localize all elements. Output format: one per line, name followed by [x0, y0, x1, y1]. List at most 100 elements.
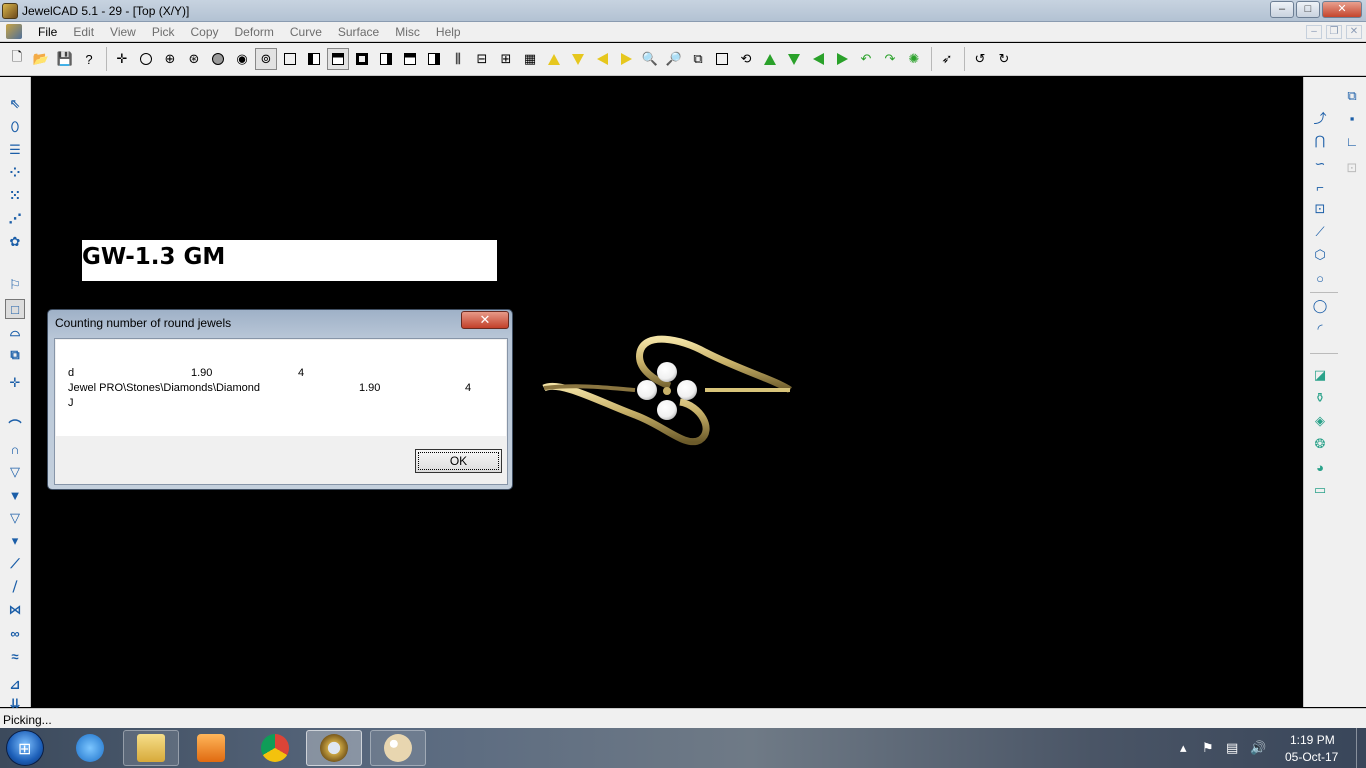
- show-hidden-icons[interactable]: ▴: [1180, 740, 1187, 756]
- circle-curve-icon[interactable]: ○: [1310, 268, 1330, 288]
- curve-draw-icon[interactable]: ⤴: [1310, 107, 1330, 127]
- triangle-bold-icon[interactable]: ▼: [5, 485, 25, 505]
- taskbar-jewelcad[interactable]: [306, 730, 362, 766]
- triangle-tool-icon[interactable]: ▽: [5, 462, 25, 482]
- document-icon[interactable]: [6, 24, 22, 39]
- arrow-right-green-icon[interactable]: [831, 48, 853, 70]
- clock-date[interactable]: 05-Oct-17: [1285, 750, 1338, 764]
- menu-surface[interactable]: Surface: [330, 25, 387, 39]
- bowtie-tool-icon[interactable]: ⋈: [5, 600, 25, 620]
- crosshair-icon[interactable]: ✛: [111, 48, 133, 70]
- infinity-tool-icon[interactable]: ∞: [5, 623, 25, 643]
- menu-deform[interactable]: Deform: [227, 25, 282, 39]
- s-curve-icon[interactable]: ∽: [1310, 154, 1330, 174]
- rotate-right-green-icon[interactable]: ↷: [879, 48, 901, 70]
- pick-stack-icon[interactable]: ☰: [5, 140, 25, 160]
- arrow-down-yellow-icon[interactable]: [567, 48, 589, 70]
- mdi-minimize-button[interactable]: –: [1306, 25, 1322, 39]
- split-vertical-icon[interactable]: ⫼: [447, 48, 469, 70]
- point-icon[interactable]: ▪: [1342, 108, 1362, 128]
- globe-icon[interactable]: ✺: [903, 48, 925, 70]
- wire-sphere-icon[interactable]: ⊚: [255, 48, 277, 70]
- dialog-close-button[interactable]: ✕: [461, 311, 509, 329]
- volume-icon[interactable]: 🔊: [1250, 740, 1266, 756]
- undo-icon[interactable]: ↺: [969, 48, 991, 70]
- extrude-surface-icon[interactable]: ◪: [1310, 365, 1330, 385]
- triangle-fill-icon[interactable]: ▾: [5, 531, 25, 551]
- show-desktop-button[interactable]: [1356, 728, 1366, 768]
- revolve-surface-icon[interactable]: ⚱: [1310, 388, 1330, 408]
- taskbar-media-player[interactable]: [183, 730, 239, 766]
- sphere-grid-icon[interactable]: ⊛: [183, 48, 205, 70]
- pair-tool-icon[interactable]: ⧉: [5, 345, 25, 365]
- zoom-out-icon[interactable]: 🔎: [663, 48, 685, 70]
- pick-chain-icon[interactable]: ⋰: [5, 209, 25, 229]
- box-select-icon[interactable]: □: [5, 299, 25, 319]
- menu-pick[interactable]: Pick: [144, 25, 183, 39]
- line-icon[interactable]: ⟋: [1310, 222, 1330, 242]
- target-icon[interactable]: ⊕: [159, 48, 181, 70]
- arrow-right-yellow-icon[interactable]: [615, 48, 637, 70]
- taskbar-file-explorer[interactable]: [123, 730, 179, 766]
- patch-surface-icon[interactable]: ▭: [1310, 480, 1330, 500]
- clock-time[interactable]: 1:19 PM: [1290, 733, 1335, 747]
- zoom-window-icon[interactable]: ⧉: [687, 48, 709, 70]
- maximize-button[interactable]: □: [1296, 1, 1320, 18]
- add-point-icon[interactable]: ✛: [5, 373, 25, 393]
- loft-surface-icon[interactable]: ◈: [1310, 411, 1330, 431]
- view-left-icon[interactable]: [303, 48, 325, 70]
- wave-tool-icon[interactable]: ≈: [5, 646, 25, 666]
- four-view-icon[interactable]: ⊞: [495, 48, 517, 70]
- pick-pair-icon[interactable]: ⬯: [5, 117, 25, 137]
- slant-tool-icon[interactable]: ⟋: [5, 554, 25, 574]
- corner-icon[interactable]: ∟: [1342, 131, 1362, 151]
- taskbar-chrome[interactable]: [247, 730, 303, 766]
- view-front-icon[interactable]: [399, 48, 421, 70]
- rotate-left-green-icon[interactable]: ↶: [855, 48, 877, 70]
- view-back-icon[interactable]: [423, 48, 445, 70]
- curve-tool-icon[interactable]: ∩: [5, 439, 25, 459]
- action-center-flag-icon[interactable]: ⚑: [1202, 740, 1214, 756]
- pick-tool-icon[interactable]: ⇖: [5, 94, 25, 114]
- jewelcad-app-icon[interactable]: [2, 3, 18, 19]
- redo-icon[interactable]: ↻: [993, 48, 1015, 70]
- ring-model[interactable]: [540, 330, 795, 455]
- dome-tool-icon[interactable]: ⌓: [5, 322, 25, 342]
- rotate-view-icon[interactable]: ⟲: [735, 48, 757, 70]
- menu-view[interactable]: View: [102, 25, 144, 39]
- zoom-all-icon[interactable]: [711, 48, 733, 70]
- menu-copy[interactable]: Copy: [183, 25, 227, 39]
- layer-copy-icon[interactable]: ⧉: [1342, 86, 1362, 106]
- sweep-surface-icon[interactable]: ❂: [1310, 434, 1330, 454]
- pick-points-icon[interactable]: ⁘: [5, 163, 25, 183]
- minimize-button[interactable]: –: [1270, 1, 1294, 18]
- start-button[interactable]: ⊞: [6, 730, 44, 766]
- arrow-down-green-icon[interactable]: [783, 48, 805, 70]
- arrow-up-green-icon[interactable]: [759, 48, 781, 70]
- menu-edit[interactable]: Edit: [65, 25, 102, 39]
- save-icon[interactable]: 💾: [54, 48, 76, 70]
- pick-grid-icon[interactable]: ⁙: [5, 186, 25, 206]
- close-button[interactable]: ✕: [1322, 1, 1362, 18]
- ellipse-curve-icon[interactable]: ◯: [1310, 296, 1330, 316]
- menu-curve[interactable]: Curve: [282, 25, 330, 39]
- new-file-icon[interactable]: 🗋: [6, 48, 28, 70]
- slant-bold-icon[interactable]: ⧸: [5, 577, 25, 597]
- help-pointer-icon[interactable]: ?: [78, 48, 100, 70]
- step-curve-icon[interactable]: ⌐: [1310, 177, 1330, 197]
- ramp-tool-icon[interactable]: ⊿: [5, 675, 25, 695]
- view-top-icon[interactable]: [327, 48, 349, 70]
- arrow-left-yellow-icon[interactable]: [591, 48, 613, 70]
- mdi-close-button[interactable]: ✕: [1346, 25, 1362, 39]
- render-sphere-icon[interactable]: ◉: [231, 48, 253, 70]
- menu-file[interactable]: File: [30, 25, 65, 39]
- menu-misc[interactable]: Misc: [387, 25, 428, 39]
- arrow-left-green-icon[interactable]: [807, 48, 829, 70]
- menu-help[interactable]: Help: [428, 25, 469, 39]
- arc-curve-icon[interactable]: ◜: [1310, 319, 1330, 339]
- flag-tool-icon[interactable]: ⚐: [5, 275, 25, 295]
- shaded-sphere-icon[interactable]: [207, 48, 229, 70]
- ok-button[interactable]: OK: [415, 449, 502, 473]
- box-points-icon[interactable]: ⊡: [1310, 199, 1330, 219]
- view-frame-icon[interactable]: [279, 48, 301, 70]
